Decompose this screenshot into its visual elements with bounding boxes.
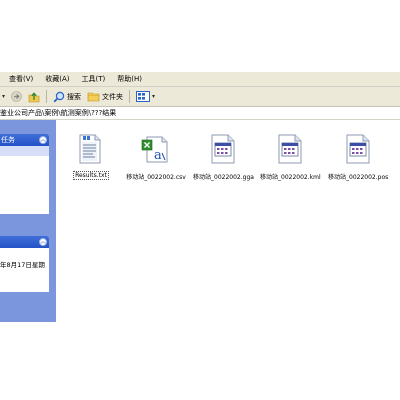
search-button[interactable]: 搜索 (53, 91, 81, 103)
folders-button[interactable]: 文件夹 (87, 91, 123, 102)
menu-favorites[interactable]: 收藏(A) (45, 74, 69, 84)
data-file-icon (278, 134, 302, 164)
file-item[interactable]: 移动站_0022002.gga (193, 128, 254, 188)
file-name: 移动站_0022002.pos (328, 174, 389, 181)
search-icon (53, 91, 65, 102)
csv-spreadsheet-icon: a (141, 136, 168, 163)
folders-icon (87, 92, 100, 102)
explorer-window: 查看(V) 收藏(A) 工具(T) 帮助(H) ▾ 搜索 文件夹 ▾ 鉴业公司产… (0, 72, 400, 322)
task-panel-header[interactable]: 任务 ︽ (0, 134, 49, 146)
task-pane: 任务 ︽ ︽ 年8月17日星期 (0, 120, 56, 322)
task-panel-title: 任务 (1, 136, 15, 144)
svg-text:a: a (154, 148, 162, 163)
toolbar-separator (46, 90, 48, 103)
details-panel-header[interactable]: ︽ (0, 236, 49, 248)
data-file-icon (211, 134, 235, 164)
file-item[interactable]: 移动站_0022002.pos (328, 128, 388, 188)
file-item[interactable]: a 移动站_0022002.csv (126, 128, 186, 188)
toolbar: ▾ 搜索 文件夹 ▾ (0, 87, 400, 107)
views-button[interactable]: ▾ (136, 91, 155, 102)
menu-bar: 查看(V) 收藏(A) 工具(T) 帮助(H) (0, 72, 400, 87)
forward-arrow-icon (11, 91, 22, 102)
task-panel-body (0, 149, 49, 156)
details-panel-content: 年8月17日星期 (0, 248, 49, 292)
address-path[interactable]: 鉴业公司产品\案例\航测案例\???结果 (0, 108, 116, 118)
up-folder-button[interactable] (28, 91, 40, 103)
address-bar[interactable]: 鉴业公司产品\案例\航测案例\???结果 (0, 107, 400, 120)
back-dropdown-icon[interactable]: ▾ (2, 93, 5, 100)
menu-help[interactable]: 帮助(H) (117, 74, 142, 84)
text-document-icon (79, 134, 101, 164)
file-name: 移动站_0022002.csv (126, 174, 186, 181)
up-folder-icon (28, 91, 40, 102)
file-item[interactable]: 移动站_0022002.kml (260, 128, 321, 188)
file-item[interactable]: Results.txt (61, 128, 121, 188)
views-dropdown-icon: ▾ (152, 93, 156, 100)
menu-view[interactable]: 查看(V) (9, 74, 33, 84)
collapse-icon[interactable]: ︽ (39, 136, 47, 144)
file-name: 移动站_0022002.kml (260, 174, 321, 181)
views-icon (136, 91, 151, 102)
search-button-label: 搜索 (67, 92, 82, 101)
collapse-icon[interactable]: ︽ (39, 238, 47, 246)
toolbar-separator (129, 90, 131, 103)
folders-button-label: 文件夹 (102, 92, 124, 101)
data-file-icon (346, 134, 370, 164)
task-panel-content (0, 156, 49, 214)
file-name: 移动站_0022002.gga (193, 174, 254, 181)
menu-tools[interactable]: 工具(T) (82, 74, 106, 84)
detail-date-text: 年8月17日星期 (0, 261, 45, 269)
file-name: Results.txt (73, 171, 109, 180)
forward-button[interactable] (11, 91, 22, 102)
